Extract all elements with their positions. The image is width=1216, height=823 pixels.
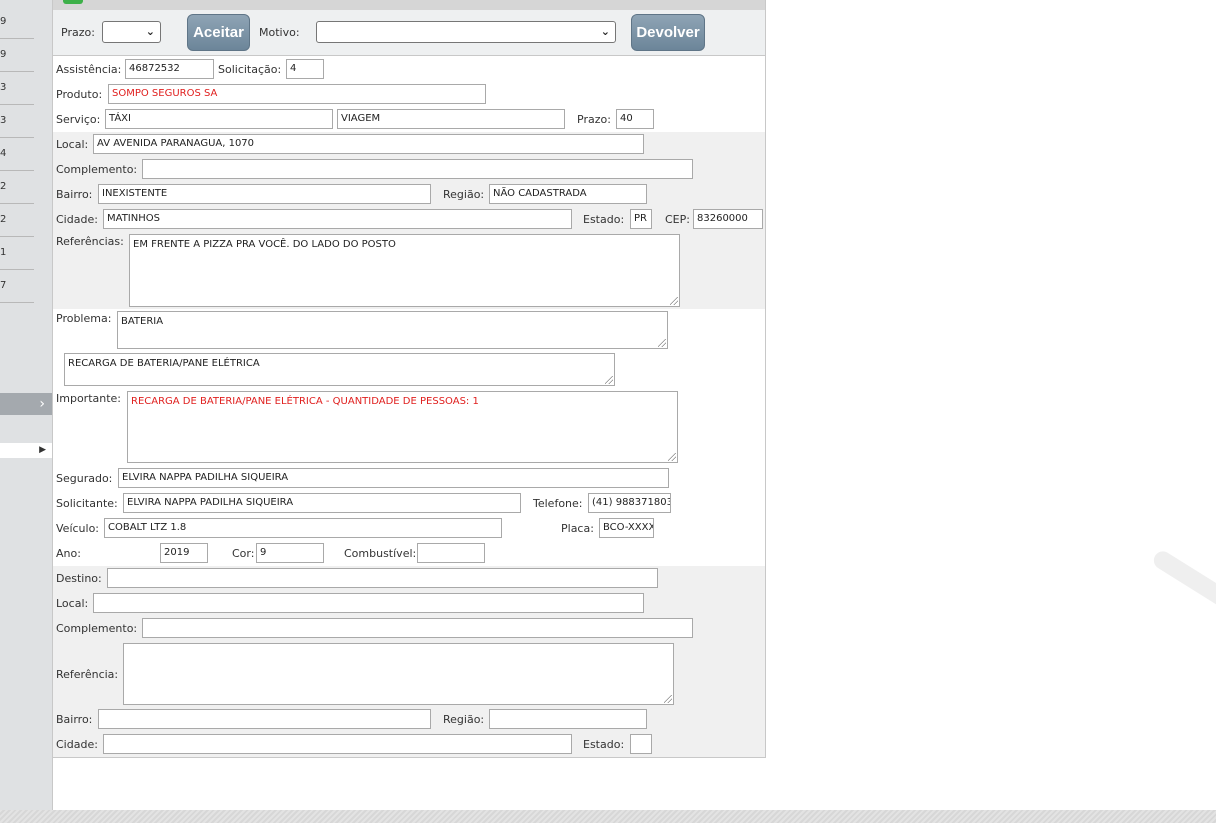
estado-field[interactable]: PR <box>630 209 652 229</box>
ano-field[interactable]: 2019 <box>160 543 208 563</box>
background-watermark <box>1150 548 1216 611</box>
solicitante-field[interactable]: ELVIRA NAPPA PADILHA SIQUEIRA <box>123 493 521 513</box>
destino-regiao-field[interactable] <box>489 709 647 729</box>
service-form-panel: Prazo: ⌄ Aceitar Motivo: ⌄ Devolver Assi… <box>53 0 766 758</box>
prazo-select-label: Prazo: <box>61 26 95 39</box>
resize-handle-icon[interactable] <box>664 695 672 703</box>
servico-label: Serviço: <box>56 113 101 126</box>
destino-label: Destino: <box>56 572 102 585</box>
accept-button[interactable]: Aceitar <box>187 14 250 51</box>
triangle-right-icon: ▶ <box>39 445 46 455</box>
telefone-field[interactable]: (41) 988371803 <box>588 493 671 513</box>
list-item[interactable]: 3 <box>0 72 34 105</box>
list-item[interactable]: 1 <box>0 237 34 270</box>
destino-field[interactable] <box>107 568 658 588</box>
assistencia-label: Assistência: <box>56 63 122 76</box>
resize-handle-icon[interactable] <box>668 453 676 461</box>
left-sidebar: 9 9 3 3 4 2 2 1 7 › ▶ <box>0 0 53 810</box>
cidade-label: Cidade: <box>56 213 98 226</box>
motivo-select[interactable]: ⌄ <box>316 21 616 43</box>
destino-local-label: Local: <box>56 597 89 610</box>
motivo-select-label: Motivo: <box>259 26 300 39</box>
status-indicator <box>63 0 83 4</box>
assistencia-field[interactable]: 46872532 <box>125 59 214 79</box>
chevron-down-icon: ⌄ <box>145 25 155 38</box>
segurado-field[interactable]: ELVIRA NAPPA PADILHA SIQUEIRA <box>118 468 669 488</box>
veiculo-label: Veículo: <box>56 522 100 535</box>
resize-handle-icon[interactable] <box>670 297 678 305</box>
placa-label: Placa: <box>561 522 594 535</box>
destino-referencia-label: Referência: <box>56 668 119 681</box>
destino-estado-label: Estado: <box>583 738 625 751</box>
bottom-scrollbar[interactable] <box>0 810 1216 823</box>
destino-regiao-label: Região: <box>443 713 485 726</box>
servico-tipo-field[interactable]: VIAGEM <box>337 109 565 129</box>
cor-label: Cor: <box>232 547 255 560</box>
telefone-label: Telefone: <box>533 497 583 510</box>
list-item[interactable]: 9 <box>0 39 34 72</box>
importante-label: Importante: <box>56 392 122 405</box>
segurado-label: Segurado: <box>56 472 113 485</box>
list-item[interactable]: 3 <box>0 105 34 138</box>
problema-label: Problema: <box>56 312 112 325</box>
prazo-label: Prazo: <box>577 113 611 126</box>
solicitacao-label: Solicitação: <box>218 63 282 76</box>
destino-referencia-textarea[interactable] <box>123 643 674 705</box>
regiao-label: Região: <box>443 188 485 201</box>
destino-complemento-field[interactable] <box>142 618 693 638</box>
resize-handle-icon[interactable] <box>658 339 666 347</box>
regiao-field[interactable]: NÃO CADASTRADA <box>489 184 647 204</box>
referencias-label: Referências: <box>56 235 124 248</box>
list-item[interactable]: 2 <box>0 204 34 237</box>
action-bar: Prazo: ⌄ Aceitar Motivo: ⌄ Devolver <box>53 10 765 56</box>
resize-handle-icon[interactable] <box>605 376 613 384</box>
solicitacao-field[interactable]: 4 <box>286 59 324 79</box>
destino-cidade-label: Cidade: <box>56 738 98 751</box>
list-item[interactable]: 4 <box>0 138 34 171</box>
veiculo-field[interactable]: COBALT LTZ 1.8 <box>104 518 502 538</box>
cep-field[interactable]: 83260000 <box>693 209 763 229</box>
servico-field[interactable]: TÁXI <box>105 109 333 129</box>
produto-field[interactable]: SOMPO SEGUROS SA <box>108 84 486 104</box>
problema-detalhe-textarea[interactable]: RECARGA DE BATERIA/PANE ELÉTRICA <box>64 353 615 386</box>
chevron-down-icon: ⌄ <box>600 25 610 38</box>
list-item[interactable]: 9 <box>0 6 34 39</box>
submenu-toggle[interactable]: ▶ <box>0 443 52 458</box>
cor-field[interactable]: 9 <box>256 543 324 563</box>
expand-panel-button[interactable]: › <box>0 393 52 415</box>
estado-label: Estado: <box>583 213 625 226</box>
local-label: Local: <box>56 138 89 151</box>
list-item[interactable]: 7 <box>0 270 34 303</box>
list-item[interactable]: 2 <box>0 171 34 204</box>
importante-textarea[interactable]: RECARGA DE BATERIA/PANE ELÉTRICA - QUANT… <box>127 391 678 463</box>
destino-cidade-field[interactable] <box>103 734 572 754</box>
complemento-field[interactable] <box>142 159 693 179</box>
ano-label: Ano: <box>56 547 81 560</box>
destino-bairro-label: Bairro: <box>56 713 93 726</box>
prazo-select[interactable]: ⌄ <box>102 21 161 43</box>
bairro-label: Bairro: <box>56 188 93 201</box>
destino-complemento-label: Complemento: <box>56 622 138 635</box>
referencias-textarea[interactable]: EM FRENTE A PIZZA PRA VOCÊ. DO LADO DO P… <box>129 234 680 307</box>
destino-estado-field[interactable] <box>630 734 652 754</box>
cep-label: CEP: <box>665 213 690 226</box>
combustivel-label: Combustível: <box>344 547 417 560</box>
return-button[interactable]: Devolver <box>631 14 705 51</box>
placa-field[interactable]: BCO-XXXX <box>599 518 654 538</box>
chevron-right-icon: › <box>39 396 45 412</box>
local-field[interactable]: AV AVENIDA PARANAGUA, 1070 <box>93 134 644 154</box>
combustivel-field[interactable] <box>417 543 485 563</box>
destino-bairro-field[interactable] <box>98 709 431 729</box>
bairro-field[interactable]: INEXISTENTE <box>98 184 431 204</box>
destino-local-field[interactable] <box>93 593 644 613</box>
complemento-label: Complemento: <box>56 163 138 176</box>
produto-label: Produto: <box>56 88 103 101</box>
prazo-field[interactable]: 40 <box>616 109 654 129</box>
solicitante-label: Solicitante: <box>56 497 118 510</box>
top-strip <box>53 0 765 10</box>
cidade-field[interactable]: MATINHOS <box>103 209 572 229</box>
problema-textarea[interactable]: BATERIA <box>117 311 668 349</box>
